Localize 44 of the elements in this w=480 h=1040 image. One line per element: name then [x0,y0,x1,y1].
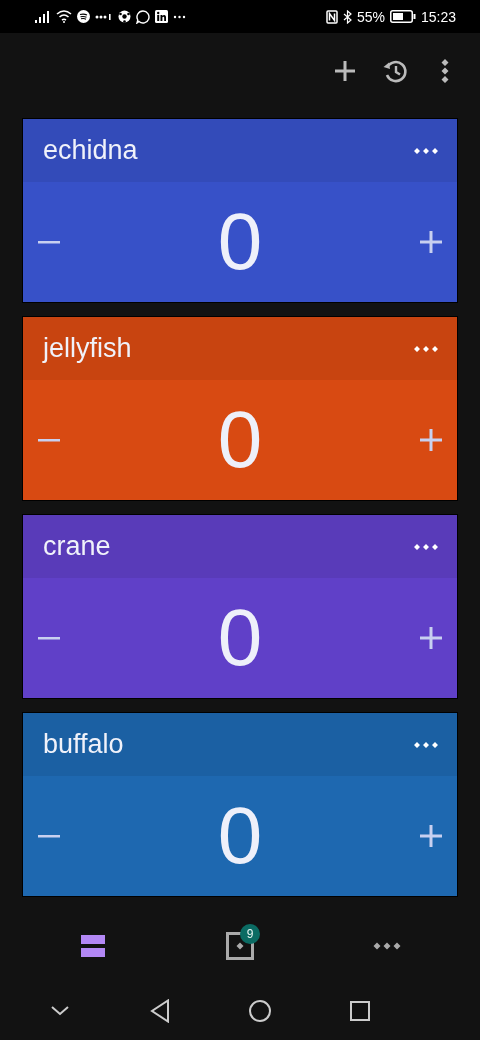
more-icon [173,14,186,19]
signal-icon [35,10,51,23]
ball-icon [118,10,131,23]
home-icon [249,999,271,1022]
minus-icon [38,438,60,442]
nfc-icon [325,9,338,24]
wifi-icon [56,10,72,23]
counter-value: 0 [217,400,263,480]
dots-icon [413,542,439,551]
dots-icon [413,740,439,749]
battery-icon [389,10,416,23]
minus-icon [38,636,60,640]
stacked-bars-icon [80,933,107,959]
network-app-icon [155,10,168,23]
clock-time: 15:23 [420,8,456,25]
counter-name: buffalo [43,729,124,760]
bluetooth-icon [342,9,352,24]
dots-icon [413,344,439,353]
counter-name: jellyfish [43,333,132,364]
plus-icon [419,626,443,650]
plus-icon [333,59,357,83]
chevron-down-icon [51,1005,69,1016]
chat-icon [136,9,150,24]
counter-value: 0 [217,796,263,876]
history-icon [382,58,408,84]
count-badge: 9 [240,924,260,944]
plus-icon [419,230,443,254]
plus-icon [419,824,443,848]
counter-name: crane [43,531,111,562]
minus-icon [38,834,60,838]
dots-icon [413,146,439,155]
counter-value: 0 [217,202,263,282]
recents-icon [350,1000,370,1021]
minus-icon [38,240,60,244]
counter-name: echidna [43,135,138,166]
back-icon [150,998,170,1023]
counter-value: 0 [217,598,263,678]
dots-icon [372,942,401,950]
music-app-icon [77,10,90,23]
plus-icon [419,428,443,452]
battery-percent: 55% [356,8,385,25]
dots-icon [95,13,113,20]
vertical-dots-icon [440,58,450,84]
dice-tab[interactable]: 9 [210,924,270,968]
